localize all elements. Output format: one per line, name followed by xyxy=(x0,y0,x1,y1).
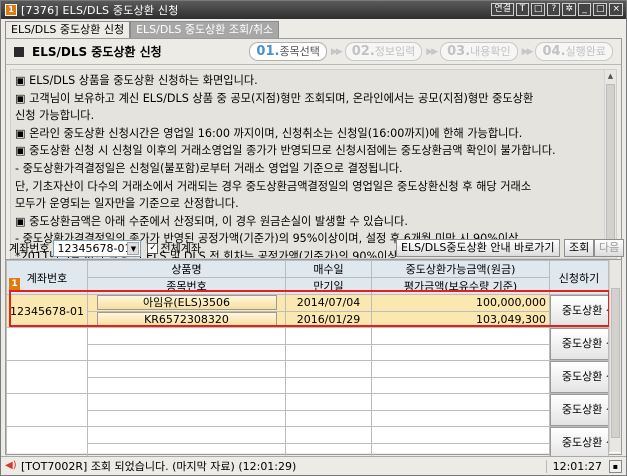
table-row xyxy=(7,409,609,427)
all-accounts-checkbox[interactable]: ✓ 전체계좌 xyxy=(147,240,201,256)
chevron-down-icon[interactable]: ▼ xyxy=(127,241,140,255)
table-row xyxy=(7,376,609,394)
col-header-eval-amount: 평가금액(보유수량 기준) xyxy=(371,277,550,295)
step-2: 02.정보입력 xyxy=(344,42,423,61)
help-icon[interactable]: ? xyxy=(547,3,561,16)
cell-product-name: 아임유(ELS)3506 xyxy=(96,295,277,311)
info-line: 모두가 운영되는 일자만을 기준으로 산정합니다. xyxy=(15,197,239,211)
status-time: 12:01:27 xyxy=(545,459,602,473)
col-header-buy-date: 매수일 xyxy=(285,260,372,278)
apply-redemption-button[interactable]: 중도상환 신청 xyxy=(550,394,608,426)
maximize-button[interactable]: □ xyxy=(592,3,608,16)
window-title: [7376] ELS/DLS 중도상환 신청 xyxy=(21,4,179,17)
product-table: 계좌번호 상품명 매수일 중도상환가능금액(원금) 신청하기 종목번호 만기일 … xyxy=(6,260,609,460)
info-line: ▣ 중도상환 신청 시 신청일 이후의 거래소영업일 종가가 반영되므로 신청시… xyxy=(15,144,556,158)
row-marker-badge: 1 xyxy=(9,278,20,290)
col-header-maturity: 만기일 xyxy=(285,277,372,295)
info-line: - 중도상환가격결정일은 신청일(불포함)로부터 거래소 영업일 기준으로 결정… xyxy=(15,161,403,175)
account-label: 계좌번호 xyxy=(9,242,50,255)
info-line: 단, 기초자산이 다수의 거래소에서 거래되는 경우 중도상환금액결정일의 영업… xyxy=(15,179,532,193)
page-header: ELS/DLS 중도상환 신청 01.종목선택 ▶▶ 02.정보입력 ▶▶ 03… xyxy=(6,39,621,65)
tab-redemption-inquiry[interactable]: ELS/DLS 중도상환 조회/취소 xyxy=(130,21,280,38)
product-grid: 계좌번호 상품명 매수일 중도상환가능금액(원금) 신청하기 종목번호 만기일 … xyxy=(6,259,621,460)
title-bar: 1 [7376] ELS/DLS 중도상환 신청 연결 T □ ? ✲ _ □ … xyxy=(1,1,626,19)
cell-buy-date: 2014/07/04 xyxy=(285,294,372,312)
table-row: 중도상환 신청 xyxy=(6,426,609,460)
table-row xyxy=(7,343,609,361)
settings-icon[interactable]: ✲ xyxy=(562,3,576,16)
cell-account: 12345678-01 xyxy=(6,294,88,328)
minimize-button[interactable]: _ xyxy=(577,3,591,16)
page-title: ELS/DLS 중도상환 신청 xyxy=(32,45,162,59)
grid-scrollbar[interactable] xyxy=(609,260,621,452)
cell-eval-amount: 103,049,300 xyxy=(371,310,550,328)
main-window: 1 [7376] ELS/DLS 중도상환 신청 연결 T □ ? ✲ _ □ … xyxy=(0,0,627,476)
info-line: ▣ 중도상환금액은 아래 수준에서 산정되며, 이 경우 원금손실이 발생할 수… xyxy=(15,214,408,228)
status-bar: ◀) [TOT7002R] 조회 되었습니다. (마지막 자료) (12:01:… xyxy=(1,456,626,475)
apply-redemption-button[interactable]: 중도상환 신청 xyxy=(550,427,608,459)
info-line: 신청 가능합니다. xyxy=(15,109,95,123)
tab-bar: ELS/DLS 중도상환 신청 ELS/DLS 중도상환 조회/취소 xyxy=(5,21,280,38)
guide-link-button[interactable]: ELS/DLS중도상환 안내 바로가기 xyxy=(396,239,560,257)
speaker-icon: ◀) xyxy=(5,460,17,471)
col-header-redeem-amount: 중도상환가능금액(원금) xyxy=(371,260,550,278)
next-button[interactable]: 다음 xyxy=(594,239,625,257)
account-toolbar: 계좌번호 12345678-01 ▼ ✓ 전체계좌 ELS/DLS중도상환 안내… xyxy=(6,237,625,259)
step-1: 01.종목선택 xyxy=(249,42,327,61)
step-arrow-icon: ▶▶ xyxy=(330,46,343,57)
link-icon[interactable]: 연결 xyxy=(491,3,514,16)
step-indicator: 01.종목선택 ▶▶ 02.정보입력 ▶▶ 03.내용확인 ▶▶ 04.실행완료 xyxy=(249,42,613,61)
lock-icon[interactable]: ▪ xyxy=(609,459,622,473)
table-row[interactable]: KR6572308320 2016/01/29 103,049,300 xyxy=(7,310,609,328)
info-scrollbar[interactable]: ▲ ▼ xyxy=(604,70,616,258)
table-row: 중도상환 신청 xyxy=(6,360,609,394)
cell-maturity: 2016/01/29 xyxy=(285,310,372,328)
cell-redeem-amount: 100,000,000 xyxy=(371,294,550,312)
app-icon: 1 xyxy=(5,4,17,16)
search-button[interactable]: 조회 xyxy=(564,239,595,257)
apply-redemption-button[interactable]: 중도상환 신청 xyxy=(550,328,608,360)
cell-product-code: KR6572308320 xyxy=(96,311,277,327)
apply-redemption-button[interactable]: 중도상환 신청 xyxy=(550,361,608,393)
col-header-code: 종목번호 xyxy=(87,277,286,295)
apply-redemption-button[interactable]: 중도상환 신청 xyxy=(550,295,608,327)
close-button[interactable]: × xyxy=(609,3,623,16)
table-row: 중도상환 신청 xyxy=(6,327,609,361)
col-header-apply: 신청하기 xyxy=(549,260,609,295)
all-accounts-label: 전체계좌 xyxy=(160,242,201,255)
info-notice-box: ▣ ELS/DLS 상품을 중도상환 신청하는 화면입니다. ▣ 고객님이 보유… xyxy=(10,69,617,259)
step-3: 03.내용확인 xyxy=(440,42,518,61)
screen-icon[interactable]: □ xyxy=(530,3,546,16)
info-line: ▣ 온라인 중도상환 신청시간은 영업일 16:00 까지이며, 신청취소는 신… xyxy=(15,126,523,140)
table-row[interactable]: 12345678-01 아임유(ELS)3506 2014/07/04 100,… xyxy=(6,294,609,328)
status-message: [TOT7002R] 조회 되었습니다. (마지막 자료) (12:01:29) xyxy=(21,460,297,473)
scroll-thumb[interactable] xyxy=(611,288,620,438)
scroll-up-icon[interactable]: ▲ xyxy=(605,70,616,82)
tab-redemption-apply[interactable]: ELS/DLS 중도상환 신청 xyxy=(5,21,131,38)
table-row: 중도상환 신청 xyxy=(6,393,609,427)
info-line: ▣ ELS/DLS 상품을 중도상환 신청하는 화면입니다. xyxy=(15,74,258,87)
main-panel: ELS/DLS 중도상환 신청 01.종목선택 ▶▶ 02.정보입력 ▶▶ 03… xyxy=(5,38,625,460)
checkbox-check-icon[interactable]: ✓ xyxy=(147,242,159,254)
step-arrow-icon: ▶▶ xyxy=(521,46,534,57)
font-icon[interactable]: T xyxy=(515,3,529,16)
title-bar-buttons: 연결 T □ ? ✲ _ □ × xyxy=(491,3,623,16)
account-select[interactable]: 12345678-01 ▼ xyxy=(53,239,142,257)
scroll-thumb[interactable] xyxy=(606,84,615,244)
step-4: 04.실행완료 xyxy=(535,42,613,61)
info-text: ▣ ELS/DLS 상품을 중도상환 신청하는 화면입니다. ▣ 고객님이 보유… xyxy=(15,72,605,258)
step-arrow-icon: ▶▶ xyxy=(426,46,438,57)
col-header-product: 상품명 xyxy=(87,260,286,278)
account-select-value: 12345678-01 xyxy=(57,241,132,255)
info-line: ▣ 고객님이 보유하고 계신 ELS/DLS 상품 중 공모(지점)형만 조회되… xyxy=(15,91,534,105)
square-bullet-icon xyxy=(14,46,24,57)
